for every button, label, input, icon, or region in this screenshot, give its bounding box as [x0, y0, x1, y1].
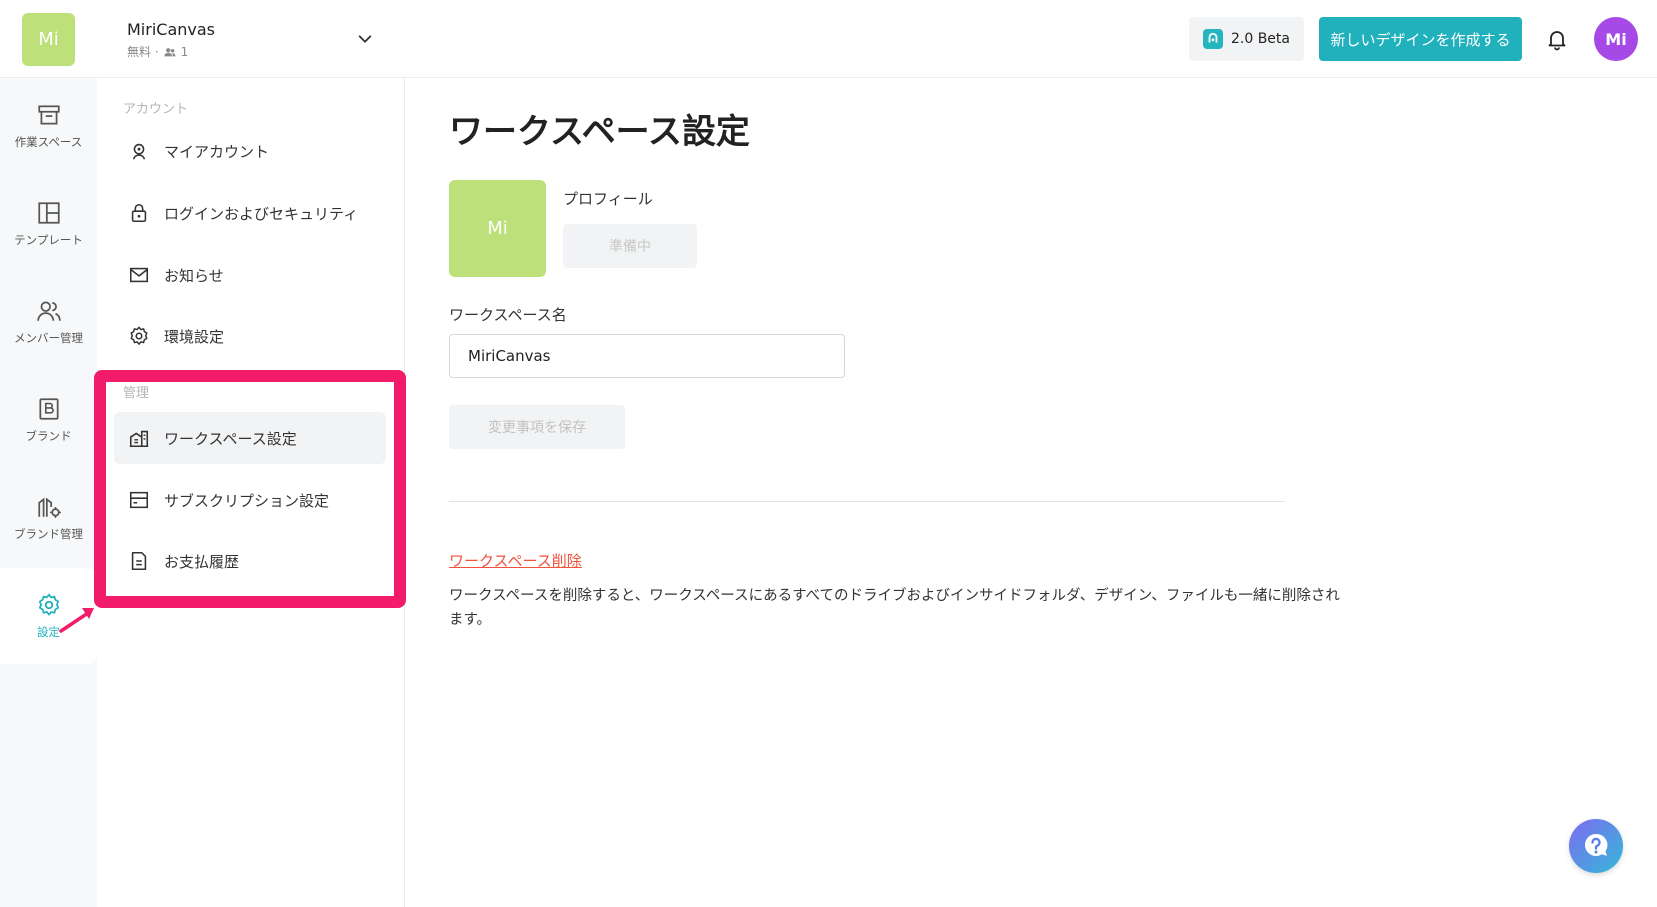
workspace-logo[interactable]: Mi: [22, 13, 75, 66]
rail-item-brand[interactable]: ブランド: [0, 372, 97, 468]
top-header: Mi MiriCanvas 無料 · 1 2.0 Beta 新しいデザインを作成…: [0, 0, 1657, 78]
brand-manage-icon: [37, 497, 61, 518]
rail-item-templates[interactable]: テンプレート: [0, 176, 97, 272]
workspace-plan: 無料 ·: [127, 45, 159, 59]
person-icon: [132, 143, 146, 160]
nav-item-label: 環境設定: [164, 327, 225, 346]
rail-item-label: ブランド管理: [14, 527, 83, 541]
beta-logo-icon: [1202, 29, 1223, 49]
workspace-name-input[interactable]: [449, 334, 845, 378]
profile-logo: Mi: [449, 180, 546, 277]
user-avatar[interactable]: Mi: [1594, 17, 1638, 61]
rail-item-brand-manage[interactable]: ブランド管理: [0, 470, 97, 566]
nav-item-notifications[interactable]: お知らせ: [114, 249, 386, 301]
help-icon: [1584, 833, 1608, 856]
archive-icon: [37, 105, 60, 125]
save-changes-button[interactable]: 変更事項を保存: [449, 405, 625, 449]
create-design-button[interactable]: 新しいデザインを作成する: [1319, 17, 1522, 61]
lock-icon: [131, 203, 147, 223]
delete-workspace-link[interactable]: ワークスペース削除: [449, 550, 582, 571]
upload-button-disabled[interactable]: 準備中: [563, 224, 697, 268]
annotation-highlight-box: [94, 370, 406, 608]
nav-item-label: マイアカウント: [164, 142, 270, 161]
rail-item-workspace[interactable]: 作業スペース: [0, 78, 97, 174]
profile-label: プロフィール: [563, 190, 653, 208]
users-icon: [36, 301, 61, 321]
nav-item-my-account[interactable]: マイアカウント: [114, 125, 386, 177]
beta-button[interactable]: 2.0 Beta: [1189, 17, 1304, 61]
nav-item-preferences[interactable]: 環境設定: [114, 310, 386, 362]
section-label-account: アカウント: [123, 102, 189, 117]
help-chat-button[interactable]: [1569, 819, 1623, 873]
gear-icon: [130, 326, 148, 345]
main-content: ワークスペース設定 Mi プロフィール 準備中 ワークスペース名 変更事項を保存…: [405, 78, 1657, 907]
workspace-name-label: ワークスペース名: [449, 306, 567, 324]
delete-description: ワークスペースを削除すると、ワークスペースにあるすべてのドライブおよびインサイド…: [449, 588, 1340, 628]
beta-label: 2.0 Beta: [1230, 31, 1290, 47]
workspace-name[interactable]: MiriCanvas: [127, 20, 215, 39]
nav-item-label: ログインおよびセキュリティ: [164, 204, 359, 223]
rail-item-label: 作業スペース: [14, 135, 83, 149]
rail-item-label: メンバー管理: [14, 331, 83, 345]
left-rail: 作業スペース テンプレート メンバー管理 ブランド ブランド管理 設定: [0, 78, 97, 907]
mail-icon: [129, 267, 149, 283]
nav-item-label: お知らせ: [164, 266, 224, 285]
rail-item-label: ブランド: [25, 429, 72, 443]
annotation-arrow-icon: [59, 608, 94, 633]
section-divider: [449, 501, 1285, 502]
chevron-down-icon[interactable]: [354, 28, 376, 50]
member-count: 1: [180, 44, 189, 59]
layout-icon: [37, 202, 60, 224]
workspace-meta: 無料 · 1: [127, 43, 188, 60]
rail-item-label: 設定: [37, 625, 60, 639]
nav-item-login-security[interactable]: ログインおよびセキュリティ: [114, 187, 386, 239]
brand-icon: [38, 398, 59, 420]
bell-icon[interactable]: [1543, 25, 1571, 53]
members-icon: [163, 47, 176, 56]
rail-item-members[interactable]: メンバー管理: [0, 274, 97, 370]
rail-item-label: テンプレート: [14, 233, 83, 247]
page-title: ワークスペース設定: [449, 112, 750, 152]
